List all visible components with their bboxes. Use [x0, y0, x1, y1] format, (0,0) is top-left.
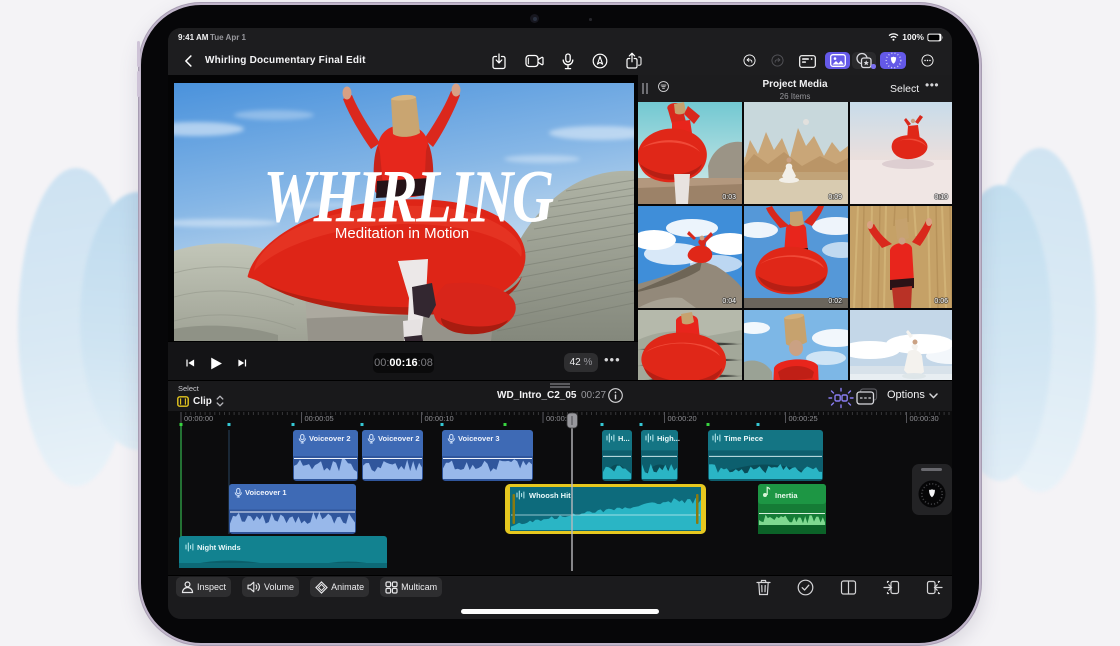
svg-text:Meditation in Motion: Meditation in Motion [335, 225, 469, 242]
svg-text:00:00:20: 00:00:20 [668, 414, 697, 423]
svg-text:Whoosh Hit: Whoosh Hit [529, 491, 571, 500]
svg-text:0:09: 0:09 [828, 194, 842, 201]
svg-text:0:06: 0:06 [934, 298, 948, 305]
svg-text:0:03: 0:03 [722, 194, 736, 201]
svg-text:H...: H... [618, 434, 630, 443]
svg-text:0:10: 0:10 [934, 194, 948, 201]
svg-text:00:00:25: 00:00:25 [789, 414, 818, 423]
svg-text:Time Piece: Time Piece [724, 434, 763, 443]
svg-text:Inertia: Inertia [775, 491, 798, 500]
svg-text:High...: High... [657, 434, 680, 443]
svg-text:Voiceover 1: Voiceover 1 [245, 488, 287, 497]
svg-text:00:00:10: 00:00:10 [425, 414, 454, 423]
svg-text:Night Winds: Night Winds [197, 543, 241, 552]
svg-text:0:02: 0:02 [828, 298, 842, 305]
svg-text:Voiceover 2: Voiceover 2 [378, 434, 420, 443]
svg-text:00:00:30: 00:00:30 [910, 414, 939, 423]
svg-text:0:04: 0:04 [722, 298, 736, 305]
svg-text:00:00:00: 00:00:00 [184, 414, 213, 423]
svg-text:00:00:05: 00:00:05 [305, 414, 334, 423]
svg-text:Voiceover 3: Voiceover 3 [458, 434, 500, 443]
svg-text:Voiceover 2: Voiceover 2 [309, 434, 351, 443]
